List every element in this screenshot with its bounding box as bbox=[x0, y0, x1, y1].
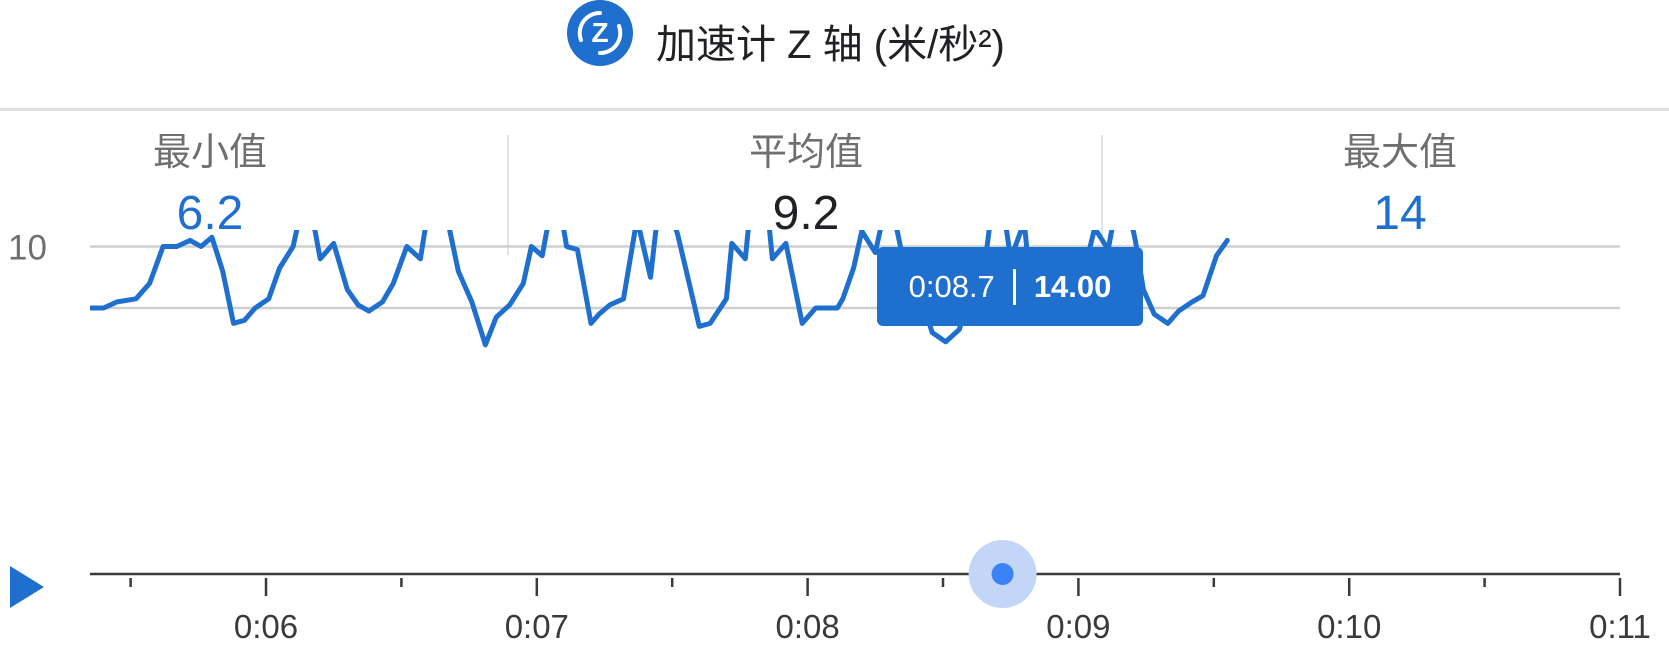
value-tooltip: 0:08.7 14.00 bbox=[877, 247, 1143, 326]
chart-header: Z 加速计 Z 轴 (米/秒²) bbox=[0, 0, 1669, 104]
playhead-handle bbox=[991, 563, 1014, 585]
x-tick-label: 0:10 bbox=[1317, 608, 1381, 645]
x-tick-label: 0:06 bbox=[234, 608, 298, 645]
stat-max: 最大值 14 bbox=[1200, 128, 1600, 246]
play-icon[interactable] bbox=[10, 566, 44, 608]
tooltip-divider bbox=[1012, 268, 1016, 305]
z-axis-icon: Z bbox=[567, 0, 633, 66]
z-axis-icon-glyph: Z bbox=[577, 10, 623, 56]
tooltip-time: 0:08.7 bbox=[908, 268, 995, 304]
stat-max-label: 最大值 bbox=[1342, 132, 1457, 174]
stat-avg-label: 平均值 bbox=[748, 132, 863, 174]
stat-avg: 平均值 9.2 bbox=[606, 128, 1006, 246]
stat-min: 最小值 6.2 bbox=[10, 128, 410, 246]
stat-min-label: 最小值 bbox=[152, 132, 267, 174]
x-tick-label: 0:11 bbox=[1589, 608, 1651, 645]
z-badge-letter: Z bbox=[591, 17, 608, 48]
y-tick-label: 10 bbox=[8, 230, 47, 268]
x-tick-label: 0:09 bbox=[1046, 608, 1110, 645]
chart-title: 加速计 Z 轴 (米/秒²) bbox=[656, 23, 1005, 67]
header-divider bbox=[0, 108, 1669, 111]
tooltip-value: 14.00 bbox=[1033, 268, 1112, 304]
x-tick-label: 0:08 bbox=[775, 608, 839, 645]
x-tick-label: 0:07 bbox=[505, 608, 569, 645]
line-chart[interactable]: 1412100:060:070:080:090:100:11 bbox=[0, 230, 1669, 652]
